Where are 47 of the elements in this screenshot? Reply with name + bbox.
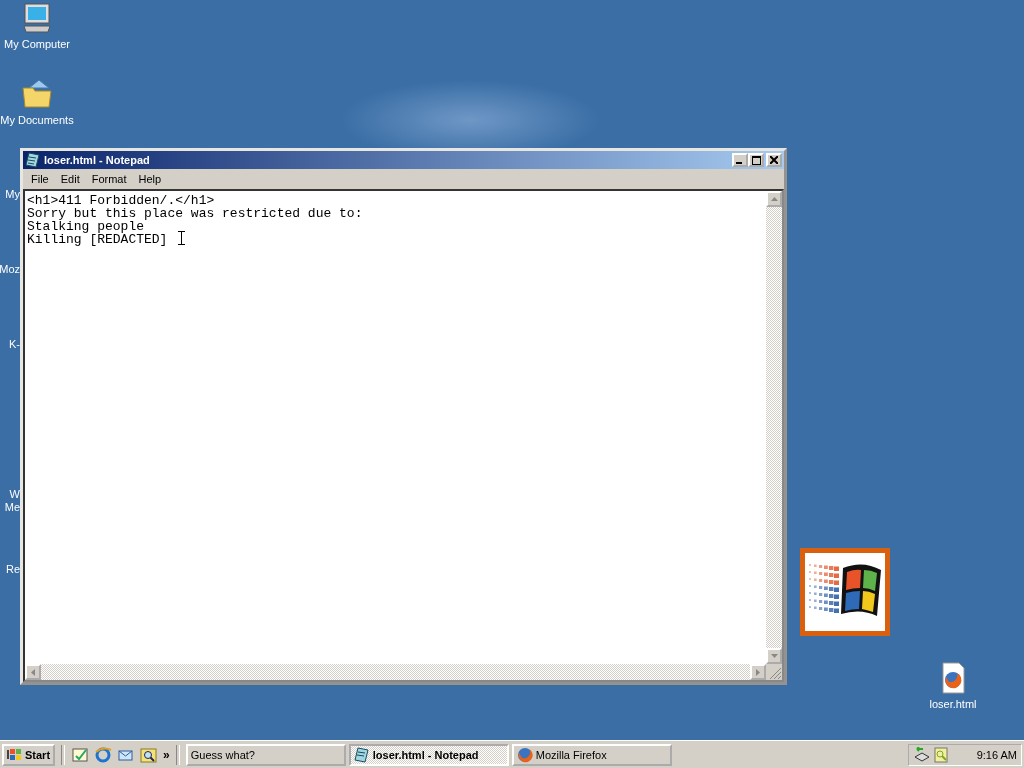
desktop-shortcut-icon[interactable] (71, 745, 90, 764)
horizontal-scrollbar[interactable] (25, 664, 766, 680)
icon-label[interactable]: My (5, 188, 20, 201)
scroll-left-icon[interactable] (25, 664, 41, 680)
menu-item[interactable]: Format (85, 172, 133, 185)
icon-label[interactable]: Me (4, 501, 20, 514)
text-line: <h1>411 Forbidden/.</h1> (27, 194, 215, 207)
close-button[interactable] (766, 153, 782, 167)
clock: 9:16 AM (976, 748, 1017, 761)
taskbar-button[interactable]: Guess what? (185, 743, 346, 766)
more-button[interactable]: » (163, 747, 170, 762)
menu-item[interactable]: File (25, 172, 55, 185)
menu-item[interactable]: Edit (54, 172, 86, 185)
text-area[interactable]: <h1>411 Forbidden/.</h1> Sorry but this place was restricted due to: Stalking people Killing [REDACTED] (23, 189, 784, 682)
icon-label[interactable]: My Computer (4, 38, 70, 50)
folder-icon[interactable] (21, 78, 53, 110)
taskbar-button[interactable]: Mozilla Firefox (511, 743, 672, 766)
minimize-button[interactable] (732, 153, 748, 167)
icon-label[interactable]: W (9, 488, 20, 501)
icon-label[interactable]: K- (9, 338, 20, 351)
taskbar-button[interactable]: loser.html - Notepad (348, 743, 509, 766)
menu-item[interactable]: Help (132, 172, 168, 185)
text-cursor-icon (178, 231, 185, 245)
windows-flag-icon (7, 747, 23, 762)
scroll-up-icon[interactable] (766, 191, 782, 207)
scroll-right-icon[interactable] (750, 664, 766, 680)
maximize-icon (751, 155, 761, 165)
close-icon (770, 156, 778, 164)
vertical-scrollbar[interactable] (766, 191, 782, 664)
notepad-icon (25, 152, 41, 168)
firefox-icon (516, 746, 533, 763)
notepad-icon (353, 746, 370, 763)
text-line: Stalking people (27, 220, 145, 233)
icon-label[interactable]: My Documents (0, 114, 74, 126)
browser-icon[interactable] (94, 745, 113, 764)
computer-icon[interactable] (21, 2, 53, 34)
icon-label[interactable]: Re (5, 563, 20, 576)
icon-label[interactable]: loser.html (929, 698, 977, 710)
maximize-button[interactable] (748, 153, 764, 167)
icon-label[interactable]: Moz (0, 263, 20, 276)
resize-grip-icon[interactable] (766, 664, 782, 680)
window-title: loser.html - Notepad (44, 154, 151, 166)
search-icon[interactable] (140, 745, 159, 764)
text-line: Killing [REDACTED] (27, 233, 169, 246)
scroll-down-icon[interactable] (766, 648, 782, 664)
text-line: Sorry but this place was restricted due to: (27, 207, 363, 220)
start-button[interactable]: Start (2, 743, 56, 766)
